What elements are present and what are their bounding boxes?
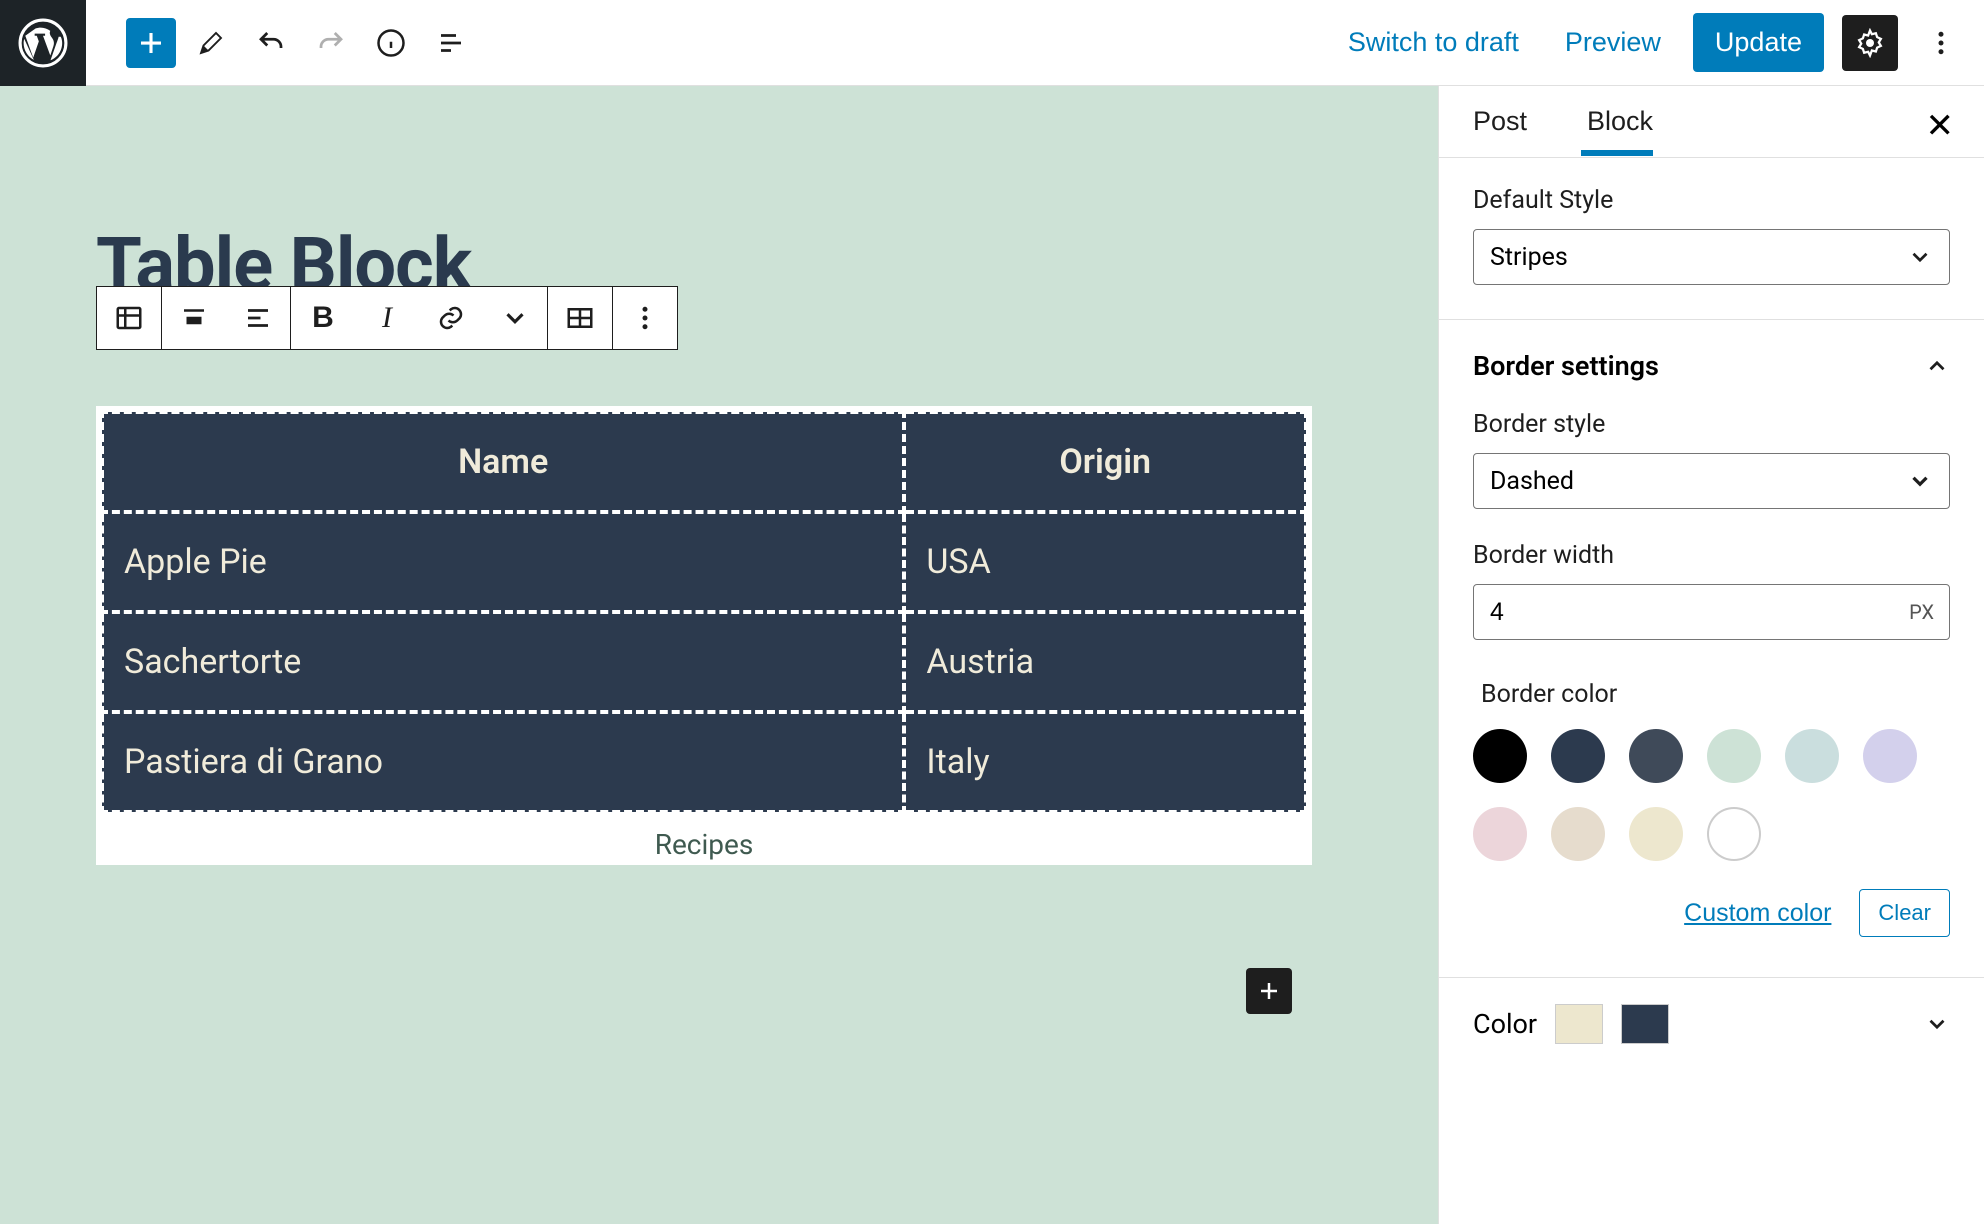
preview-button[interactable]: Preview — [1551, 17, 1675, 68]
table-cell[interactable]: Sachertorte — [102, 612, 904, 712]
border-width-unit: PX — [1909, 600, 1934, 624]
settings-sidebar: Post Block ✕ Default Style Stripes Borde… — [1438, 86, 1984, 1224]
more-menu-button[interactable] — [1916, 18, 1966, 68]
color-swatch[interactable] — [1785, 729, 1839, 783]
color-swatch[interactable] — [1707, 729, 1761, 783]
table-row: Pastiera di Grano Italy — [102, 712, 1306, 812]
update-button[interactable]: Update — [1693, 13, 1824, 72]
add-block-button[interactable] — [126, 18, 176, 68]
color-swatch[interactable] — [1473, 729, 1527, 783]
text-align-icon[interactable] — [226, 287, 290, 349]
table-block[interactable]: Name Origin Apple Pie USA Sachertorte Au… — [96, 406, 1312, 865]
color-swatch[interactable] — [1551, 807, 1605, 861]
info-icon[interactable] — [366, 18, 416, 68]
border-settings-header[interactable]: Border settings — [1473, 350, 1950, 382]
sidebar-tabs: Post Block ✕ — [1439, 86, 1984, 158]
color-swatch[interactable] — [1629, 807, 1683, 861]
editor-topbar: Switch to draft Preview Update — [0, 0, 1984, 86]
color-swatch[interactable] — [1629, 729, 1683, 783]
table-caption[interactable]: Recipes — [100, 828, 1308, 861]
close-sidebar-icon[interactable]: ✕ — [1926, 106, 1955, 146]
border-style-select[interactable]: Dashed — [1473, 453, 1950, 509]
default-style-select[interactable]: Stripes — [1473, 229, 1950, 285]
align-center-icon[interactable] — [162, 287, 226, 349]
block-toolbar: B I — [96, 286, 678, 350]
color-chip-text — [1555, 1004, 1603, 1044]
table-cell[interactable]: Pastiera di Grano — [102, 712, 904, 812]
undo-button[interactable] — [246, 18, 296, 68]
switch-to-draft-button[interactable]: Switch to draft — [1334, 17, 1533, 68]
settings-button[interactable] — [1842, 15, 1898, 71]
more-formatting-icon[interactable] — [483, 287, 547, 349]
add-block-inline-button[interactable] — [1246, 968, 1292, 1014]
block-more-icon[interactable] — [613, 287, 677, 349]
color-swatch[interactable] — [1707, 807, 1761, 861]
redo-button[interactable] — [306, 18, 356, 68]
topbar-tools-left — [86, 18, 476, 68]
editor-canvas: Table Block B I — [0, 86, 1438, 1224]
border-color-swatches — [1473, 729, 1950, 861]
link-icon[interactable] — [419, 287, 483, 349]
color-swatch[interactable] — [1863, 729, 1917, 783]
color-chip-bg — [1621, 1004, 1669, 1044]
border-style-label: Border style — [1473, 410, 1950, 439]
tab-block[interactable]: Block — [1587, 88, 1673, 155]
wordpress-logo[interactable] — [0, 0, 86, 86]
table-cell[interactable]: Italy — [904, 712, 1306, 812]
border-width-label: Border width — [1473, 541, 1950, 570]
table-row: Apple Pie USA — [102, 512, 1306, 612]
color-swatch[interactable] — [1551, 729, 1605, 783]
outline-icon[interactable] — [426, 18, 476, 68]
color-section-header[interactable]: Color — [1473, 1004, 1950, 1044]
table-edit-icon[interactable] — [548, 287, 612, 349]
table-cell[interactable]: Austria — [904, 612, 1306, 712]
border-color-label: Border color — [1481, 680, 1950, 709]
custom-color-link[interactable]: Custom color — [1684, 899, 1831, 928]
tab-post[interactable]: Post — [1473, 88, 1547, 155]
block-type-table-icon[interactable] — [97, 287, 161, 349]
table-cell[interactable]: USA — [904, 512, 1306, 612]
table-header[interactable]: Name — [102, 412, 904, 512]
table-row: Sachertorte Austria — [102, 612, 1306, 712]
topbar-tools-right: Switch to draft Preview Update — [1334, 13, 1984, 72]
clear-color-button[interactable]: Clear — [1859, 889, 1950, 937]
table-cell[interactable]: Apple Pie — [102, 512, 904, 612]
table-header[interactable]: Origin — [904, 412, 1306, 512]
default-style-label: Default Style — [1473, 186, 1950, 215]
color-swatch[interactable] — [1473, 807, 1527, 861]
italic-icon[interactable]: I — [355, 287, 419, 349]
border-width-input[interactable] — [1473, 584, 1950, 640]
tools-edit-icon[interactable] — [186, 18, 236, 68]
bold-icon[interactable]: B — [291, 287, 355, 349]
